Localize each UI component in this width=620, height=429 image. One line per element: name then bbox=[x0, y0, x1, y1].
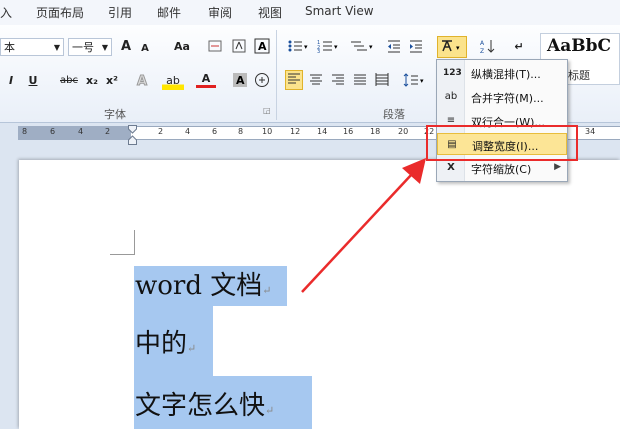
annotation-arrow-icon bbox=[301, 158, 426, 293]
